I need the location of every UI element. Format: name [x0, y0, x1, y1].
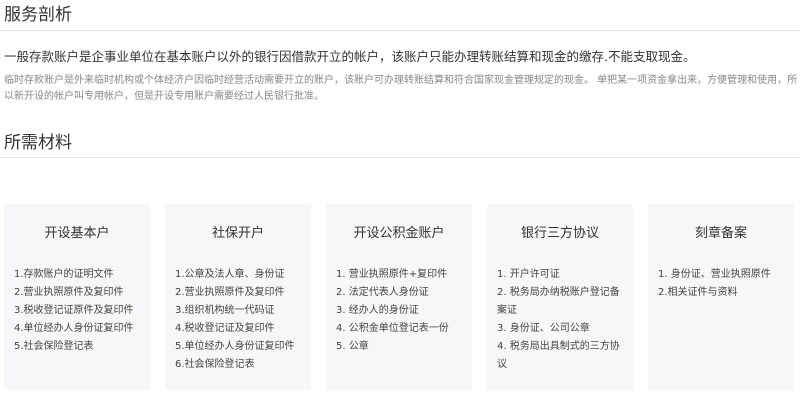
card-item: 2.营业执照原件及复印件 — [175, 287, 285, 298]
card-item: 2. 税务局办纳税账户登记备案证 — [497, 287, 620, 316]
service-analysis-title: 服务剖析 — [4, 5, 72, 25]
card-item: 2. 法定代表人身份证 — [336, 287, 429, 298]
card-item: 5.社会保险登记表 — [14, 341, 94, 352]
card-title: 社保开户 — [211, 226, 264, 241]
card-item: 4. 税务局出具制式的三方协议 — [497, 341, 620, 370]
card-item: 3. 经办人的身份证 — [336, 305, 419, 316]
card-item-list: 1. 营业执照原件+复印件 2. 法定代表人身份证 3. 经办人的身份证 4. … — [336, 266, 462, 356]
card-item: 1. 身份证、营业执照原件 — [658, 269, 771, 280]
card-basic-account: 开设基本户 1.存款账户的证明文件 2.营业执照原件及复印件 3.税收登记证原件… — [4, 204, 150, 390]
card-item: 2.营业执照原件及复印件 — [14, 287, 124, 298]
analysis-sub-text: 临时存款账户是外来临时机构或个体经济户因临时经营活动需要开立的账户，该账户可办理… — [4, 75, 798, 102]
card-item-list: 1.公章及法人章、身份证 2.营业执照原件及复印件 3.组织机构统一代码证 4.… — [175, 266, 301, 374]
card-item: 4. 公积金单位登记表一份 — [336, 323, 449, 334]
service-page: 服务剖析 一般存款账户是企事业单位在基本账户以外的银行因借款开立的帐户，该账户只… — [0, 0, 800, 401]
card-seal-filing: 刻章备案 1. 身份证、营业执照原件 2.相关证件与资料 — [648, 204, 794, 390]
divider — [0, 30, 800, 31]
card-item: 5. 公章 — [336, 341, 369, 352]
analysis-main-text: 一般存款账户是企事业单位在基本账户以外的银行因借款开立的帐户，该账户只能办理转账… — [4, 49, 696, 64]
card-social-security: 社保开户 1.公章及法人章、身份证 2.营业执照原件及复印件 3.组织机构统一代… — [165, 204, 311, 390]
card-item: 3.组织机构统一代码证 — [175, 305, 275, 316]
card-item: 5.单位经办人身份证复印件 — [175, 341, 295, 352]
card-item: 4.单位经办人身份证复印件 — [14, 323, 134, 334]
card-title: 银行三方协议 — [520, 226, 599, 241]
card-item: 6.社会保险登记表 — [175, 359, 255, 370]
card-item: 4.税收登记证及复印件 — [175, 323, 275, 334]
card-item: 2.相关证件与资料 — [658, 287, 738, 298]
materials-title: 所需材料 — [4, 133, 72, 153]
card-item: 1.存款账户的证明文件 — [14, 269, 114, 280]
card-title: 开设基本户 — [44, 226, 110, 241]
card-title: 开设公积金账户 — [353, 226, 445, 241]
card-item-list: 1.存款账户的证明文件 2.营业执照原件及复印件 3.税收登记证原件及复印件 4… — [14, 266, 140, 356]
card-item: 3. 身份证、公司公章 — [497, 323, 590, 334]
card-item: 1. 营业执照原件+复印件 — [336, 269, 448, 280]
card-item-list: 1. 开户许可证 2. 税务局办纳税账户登记备案证 3. 身份证、公司公章 4.… — [497, 266, 623, 374]
card-item: 3.税收登记证原件及复印件 — [14, 305, 134, 316]
card-housing-fund: 开设公积金账户 1. 营业执照原件+复印件 2. 法定代表人身份证 3. 经办人… — [326, 204, 472, 390]
materials-card-list: 开设基本户 1.存款账户的证明文件 2.营业执照原件及复印件 3.税收登记证原件… — [4, 204, 794, 390]
card-item: 1. 开户许可证 — [497, 269, 560, 280]
card-title: 刻章备案 — [694, 226, 747, 241]
card-bank-tripartite: 银行三方协议 1. 开户许可证 2. 税务局办纳税账户登记备案证 3. 身份证、… — [487, 204, 633, 390]
divider — [0, 157, 800, 158]
card-item-list: 1. 身份证、营业执照原件 2.相关证件与资料 — [658, 266, 784, 302]
card-item: 1.公章及法人章、身份证 — [175, 269, 285, 280]
